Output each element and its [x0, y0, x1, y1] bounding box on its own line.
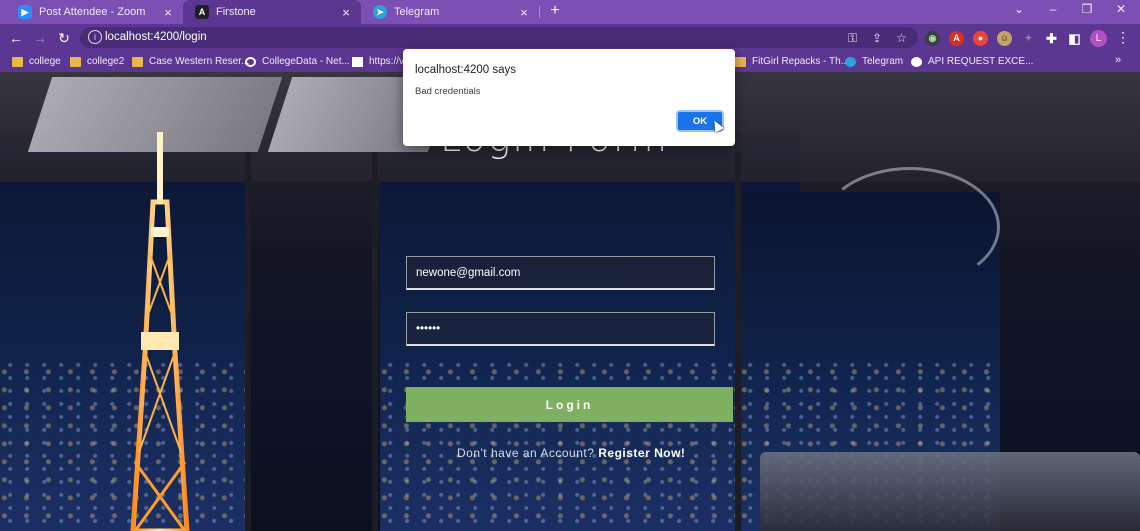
zoom-icon: ▶	[18, 5, 32, 19]
bookmark-fitgirl[interactable]: FitGirl Repacks - Th...	[735, 54, 849, 69]
menu-kebab-icon[interactable]: ⋮	[1116, 29, 1130, 46]
tab-divider	[539, 6, 540, 18]
reload-icon[interactable]: ↻	[54, 28, 74, 48]
register-prompt-line: Don't have an Account? Register Now!	[457, 446, 685, 460]
email-field[interactable]	[406, 256, 715, 290]
key-icon[interactable]: ⚿	[848, 31, 857, 46]
extension-face-icon[interactable]: ☺	[997, 31, 1012, 46]
bookmarks-overflow-icon[interactable]: »	[1115, 54, 1121, 66]
close-tab-icon[interactable]: ×	[517, 5, 531, 20]
tokyo-tower-image	[130, 132, 190, 531]
telegram-icon	[845, 56, 856, 67]
google-icon	[911, 56, 922, 67]
close-tab-icon[interactable]: ×	[339, 5, 353, 20]
register-prompt: Don't have an Account?	[457, 446, 595, 460]
bookmark-api-request[interactable]: API REQUEST EXCE...	[911, 54, 1033, 69]
site-icon	[352, 56, 363, 67]
background-mullion	[245, 152, 251, 531]
site-info-icon[interactable]: i	[88, 30, 102, 44]
extension-leaf-icon[interactable]: ✦	[1021, 31, 1036, 46]
tab-title: Post Attendee - Zoom	[39, 6, 146, 18]
tab-title: Firstone	[216, 6, 256, 18]
side-panel-icon[interactable]: ◧	[1067, 31, 1082, 46]
login-button[interactable]: Login	[406, 387, 733, 422]
extension-shield-icon[interactable]: ●	[973, 31, 988, 46]
folder-icon	[132, 56, 143, 67]
share-icon[interactable]: ⇪	[872, 31, 882, 45]
profile-avatar[interactable]: L	[1090, 30, 1107, 47]
bookmark-site[interactable]: https://v	[352, 54, 404, 69]
bookmark-label: Case Western Reser...	[149, 56, 250, 67]
tab-firstone[interactable]: A Firstone ×	[183, 0, 361, 24]
background-mullion	[735, 152, 741, 531]
tab-strip: ▶ Post Attendee - Zoom × A Firstone × ➤ …	[0, 0, 1140, 24]
bookmark-label: CollegeData - Net...	[262, 56, 350, 67]
alert-dialog: localhost:4200 says Bad credentials OK	[403, 49, 735, 146]
address-bar[interactable]: i localhost:4200/login ⚿ ⇪ ☆	[80, 27, 918, 48]
bookmark-collegedata[interactable]: CollegeData - Net...	[245, 54, 350, 69]
minimize-icon[interactable]: –	[1043, 2, 1063, 20]
tab-telegram[interactable]: ➤ Telegram ×	[361, 0, 539, 24]
extensions-puzzle-icon[interactable]: ✚	[1044, 31, 1059, 46]
password-field[interactable]	[406, 312, 715, 346]
register-link[interactable]: Register Now!	[598, 446, 685, 460]
bookmark-case-western[interactable]: Case Western Reser...	[132, 54, 249, 69]
tab-title: Telegram	[394, 6, 440, 18]
close-tab-icon[interactable]: ×	[161, 5, 175, 20]
bookmark-label: API REQUEST EXCE...	[928, 56, 1034, 67]
browser-toolbar: ← → ↻ i localhost:4200/login ⚿ ⇪ ☆	[0, 24, 1140, 51]
dialog-origin: localhost:4200 says	[415, 64, 517, 76]
background-ceiling-light	[820, 167, 1000, 287]
star-icon[interactable]: ☆	[896, 31, 907, 45]
angular-icon: A	[195, 5, 209, 19]
background-mullion	[372, 152, 378, 531]
bookmark-telegram[interactable]: Telegram	[845, 54, 903, 69]
collegedata-icon	[245, 56, 256, 67]
close-window-icon[interactable]: ✕	[1111, 2, 1131, 20]
dialog-message: Bad credentials	[415, 86, 481, 97]
back-icon[interactable]: ←	[6, 28, 26, 48]
bookmark-label: FitGirl Repacks - Th...	[752, 56, 850, 67]
forward-icon[interactable]: →	[30, 28, 50, 48]
tab-search-icon[interactable]: ⌄	[1009, 2, 1029, 20]
new-tab-button[interactable]: +	[546, 2, 564, 22]
tab-zoom[interactable]: ▶ Post Attendee - Zoom ×	[6, 0, 183, 24]
bookmark-label: college2	[87, 56, 125, 67]
bookmark-college[interactable]: college	[12, 54, 61, 69]
background-lounge	[760, 452, 1140, 531]
folder-icon	[12, 56, 23, 67]
extension-a-icon[interactable]: A	[949, 31, 964, 46]
bookmark-label: Telegram	[862, 56, 904, 67]
extension-icon[interactable]: ◉	[925, 31, 940, 46]
telegram-icon: ➤	[373, 5, 387, 19]
bookmark-college2[interactable]: college2	[70, 54, 124, 69]
bookmark-label: https://v	[369, 56, 405, 67]
restore-icon[interactable]: ❐	[1077, 2, 1097, 20]
folder-icon	[735, 56, 746, 67]
folder-icon	[70, 56, 81, 67]
url-text: localhost:4200/login	[105, 31, 207, 43]
bookmark-label: college	[29, 56, 61, 67]
